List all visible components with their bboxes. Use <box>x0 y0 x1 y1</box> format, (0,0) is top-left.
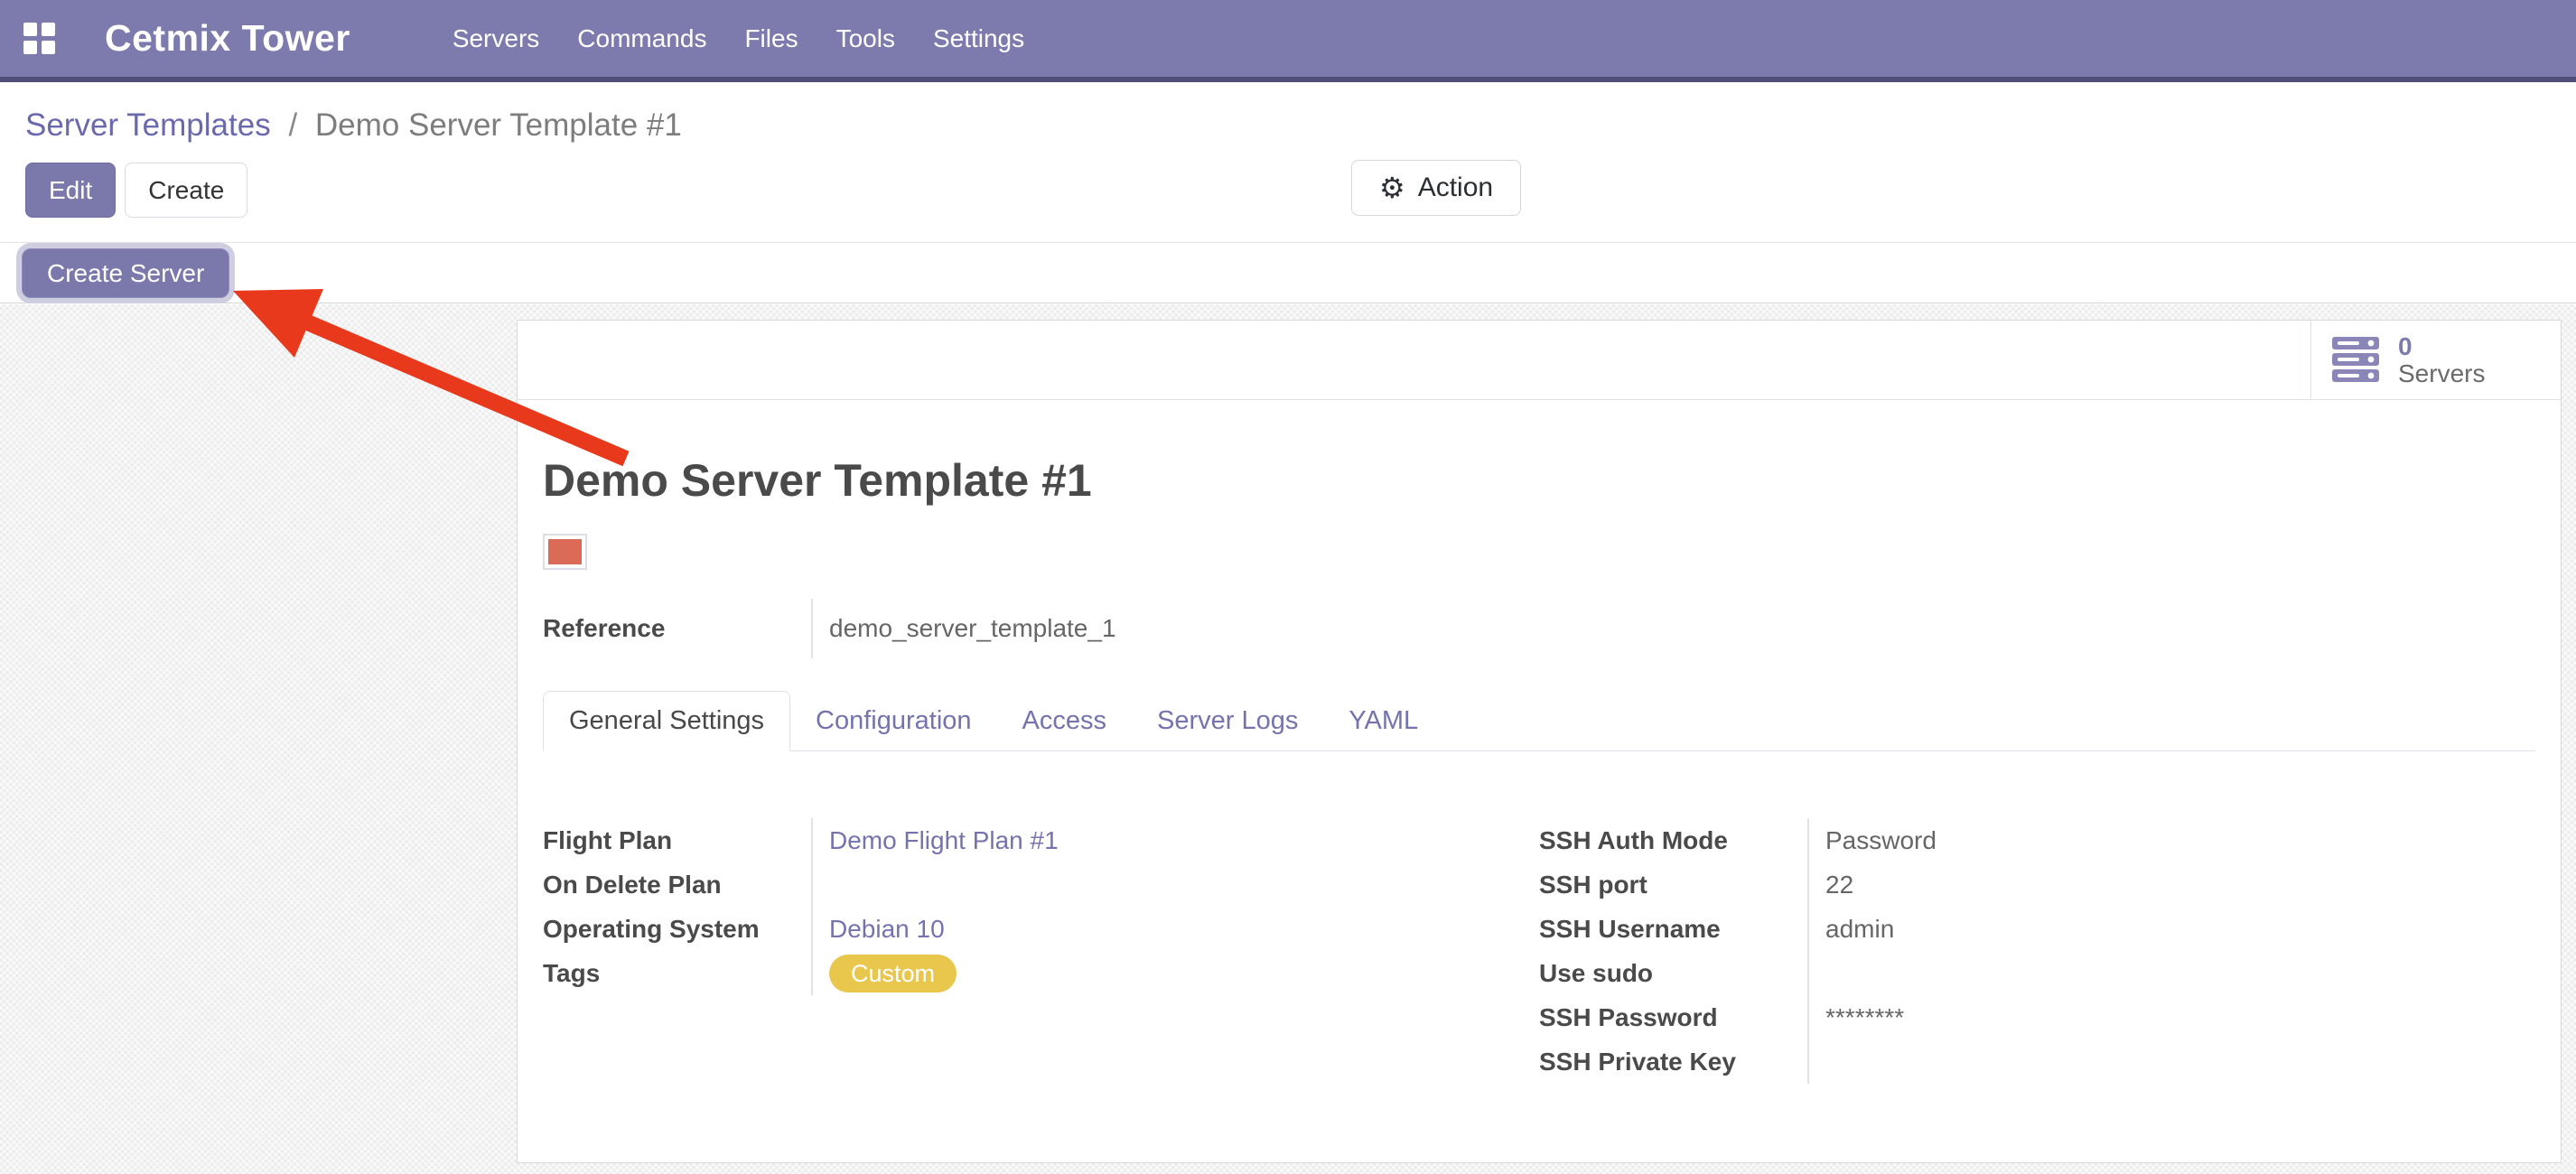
menu-item-servers[interactable]: Servers <box>434 0 558 77</box>
field-label: Tags <box>543 959 811 988</box>
field-label: SSH port <box>1539 871 1807 899</box>
edit-button[interactable]: Edit <box>25 163 116 218</box>
field-ssh-auth-mode: SSH Auth Mode Password <box>1539 818 2535 862</box>
tab-server-logs[interactable]: Server Logs <box>1132 691 1323 750</box>
content-card: 0 Servers Demo Server Template #1 Refere… <box>517 320 2562 1163</box>
color-picker-swatch[interactable] <box>543 534 587 570</box>
main-menu: Servers Commands Files Tools Settings <box>434 0 1043 77</box>
general-settings-panel: Flight Plan Demo Flight Plan #1 On Delet… <box>543 818 2535 1084</box>
breadcrumb-separator: / <box>279 107 306 143</box>
servers-count: 0 <box>2398 333 2485 360</box>
field-label: SSH Auth Mode <box>1539 826 1807 855</box>
field-label: Flight Plan <box>543 826 811 855</box>
tab-configuration[interactable]: Configuration <box>790 691 997 750</box>
field-ssh-private-key: SSH Private Key <box>1539 1039 2535 1084</box>
menu-item-files[interactable]: Files <box>725 0 817 77</box>
breadcrumb-current: Demo Server Template #1 <box>315 107 682 143</box>
apps-grid-icon[interactable] <box>23 23 56 55</box>
field-flight-plan: Flight Plan Demo Flight Plan #1 <box>543 818 1539 862</box>
top-navbar: Cetmix Tower Servers Commands Files Tool… <box>0 0 2576 82</box>
gear-icon: ⚙ <box>1379 173 1405 202</box>
apps-grid-square <box>42 41 55 54</box>
form-sheet: Demo Server Template #1 Reference demo_s… <box>518 400 2561 1084</box>
create-server-bar: Create Server <box>0 242 2576 303</box>
form-buttons: Edit Create <box>25 163 247 218</box>
menu-item-tools[interactable]: Tools <box>817 0 914 77</box>
servers-count-label: Servers <box>2398 360 2485 387</box>
tab-access[interactable]: Access <box>997 691 1132 750</box>
reference-field: Reference demo_server_template_1 <box>543 599 2535 658</box>
field-label: On Delete Plan <box>543 871 811 899</box>
action-button[interactable]: ⚙ Action <box>1351 160 1521 216</box>
field-label: Use sudo <box>1539 959 1807 988</box>
field-value: ******** <box>1807 995 2535 1039</box>
field-tags: Tags Custom <box>543 951 1539 995</box>
field-label: SSH Private Key <box>1539 1048 1807 1076</box>
field-value: Debian 10 <box>811 907 1539 951</box>
fields-right-column: SSH Auth Mode Password SSH port 22 SSH U… <box>1539 818 2535 1084</box>
tab-general-settings[interactable]: General Settings <box>543 691 790 751</box>
field-use-sudo: Use sudo <box>1539 951 2535 995</box>
field-value: Demo Flight Plan #1 <box>811 818 1539 862</box>
apps-grid-square <box>42 23 55 36</box>
field-value <box>811 862 1539 907</box>
operating-system-link[interactable]: Debian 10 <box>829 915 945 944</box>
breadcrumb-server-templates[interactable]: Server Templates <box>25 107 271 143</box>
page-title: Demo Server Template #1 <box>543 454 2535 507</box>
menu-item-settings[interactable]: Settings <box>914 0 1043 77</box>
field-operating-system: Operating System Debian 10 <box>543 907 1539 951</box>
field-ssh-port: SSH port 22 <box>1539 862 2535 907</box>
field-value <box>1807 1039 2535 1084</box>
tab-yaml[interactable]: YAML <box>1323 691 1443 750</box>
stat-text: 0 Servers <box>2398 333 2485 387</box>
field-on-delete-plan: On Delete Plan <box>543 862 1539 907</box>
create-server-button[interactable]: Create Server <box>22 248 229 298</box>
breadcrumb: Server Templates / Demo Server Template … <box>25 107 682 144</box>
field-label: SSH Username <box>1539 915 1807 944</box>
fields-left-column: Flight Plan Demo Flight Plan #1 On Delet… <box>543 818 1539 1084</box>
create-button[interactable]: Create <box>125 163 247 218</box>
server-stack-icon <box>2331 337 2382 384</box>
field-value: Password <box>1807 818 2535 862</box>
field-value <box>1807 951 2535 995</box>
reference-value: demo_server_template_1 <box>811 599 2535 658</box>
stat-button-row: 0 Servers <box>518 321 2561 400</box>
apps-grid-square <box>23 41 37 54</box>
servers-stat-button[interactable]: 0 Servers <box>2310 321 2561 399</box>
tag-badge-custom[interactable]: Custom <box>829 955 957 992</box>
reference-label: Reference <box>543 614 811 643</box>
notebook-tabs: General Settings Configuration Access Se… <box>543 691 2535 751</box>
color-swatch-fill <box>548 539 582 564</box>
field-ssh-password: SSH Password ******** <box>1539 995 2535 1039</box>
field-ssh-username: SSH Username admin <box>1539 907 2535 951</box>
field-value: admin <box>1807 907 2535 951</box>
action-button-label: Action <box>1418 172 1493 203</box>
app-brand[interactable]: Cetmix Tower <box>105 17 350 60</box>
field-label: Operating System <box>543 915 811 944</box>
apps-grid-square <box>23 23 37 36</box>
control-panel: Server Templates / Demo Server Template … <box>0 88 2576 242</box>
field-label: SSH Password <box>1539 1003 1807 1032</box>
flight-plan-link[interactable]: Demo Flight Plan #1 <box>829 826 1059 855</box>
field-value: 22 <box>1807 862 2535 907</box>
field-value: Custom <box>811 951 1539 995</box>
menu-item-commands[interactable]: Commands <box>558 0 725 77</box>
